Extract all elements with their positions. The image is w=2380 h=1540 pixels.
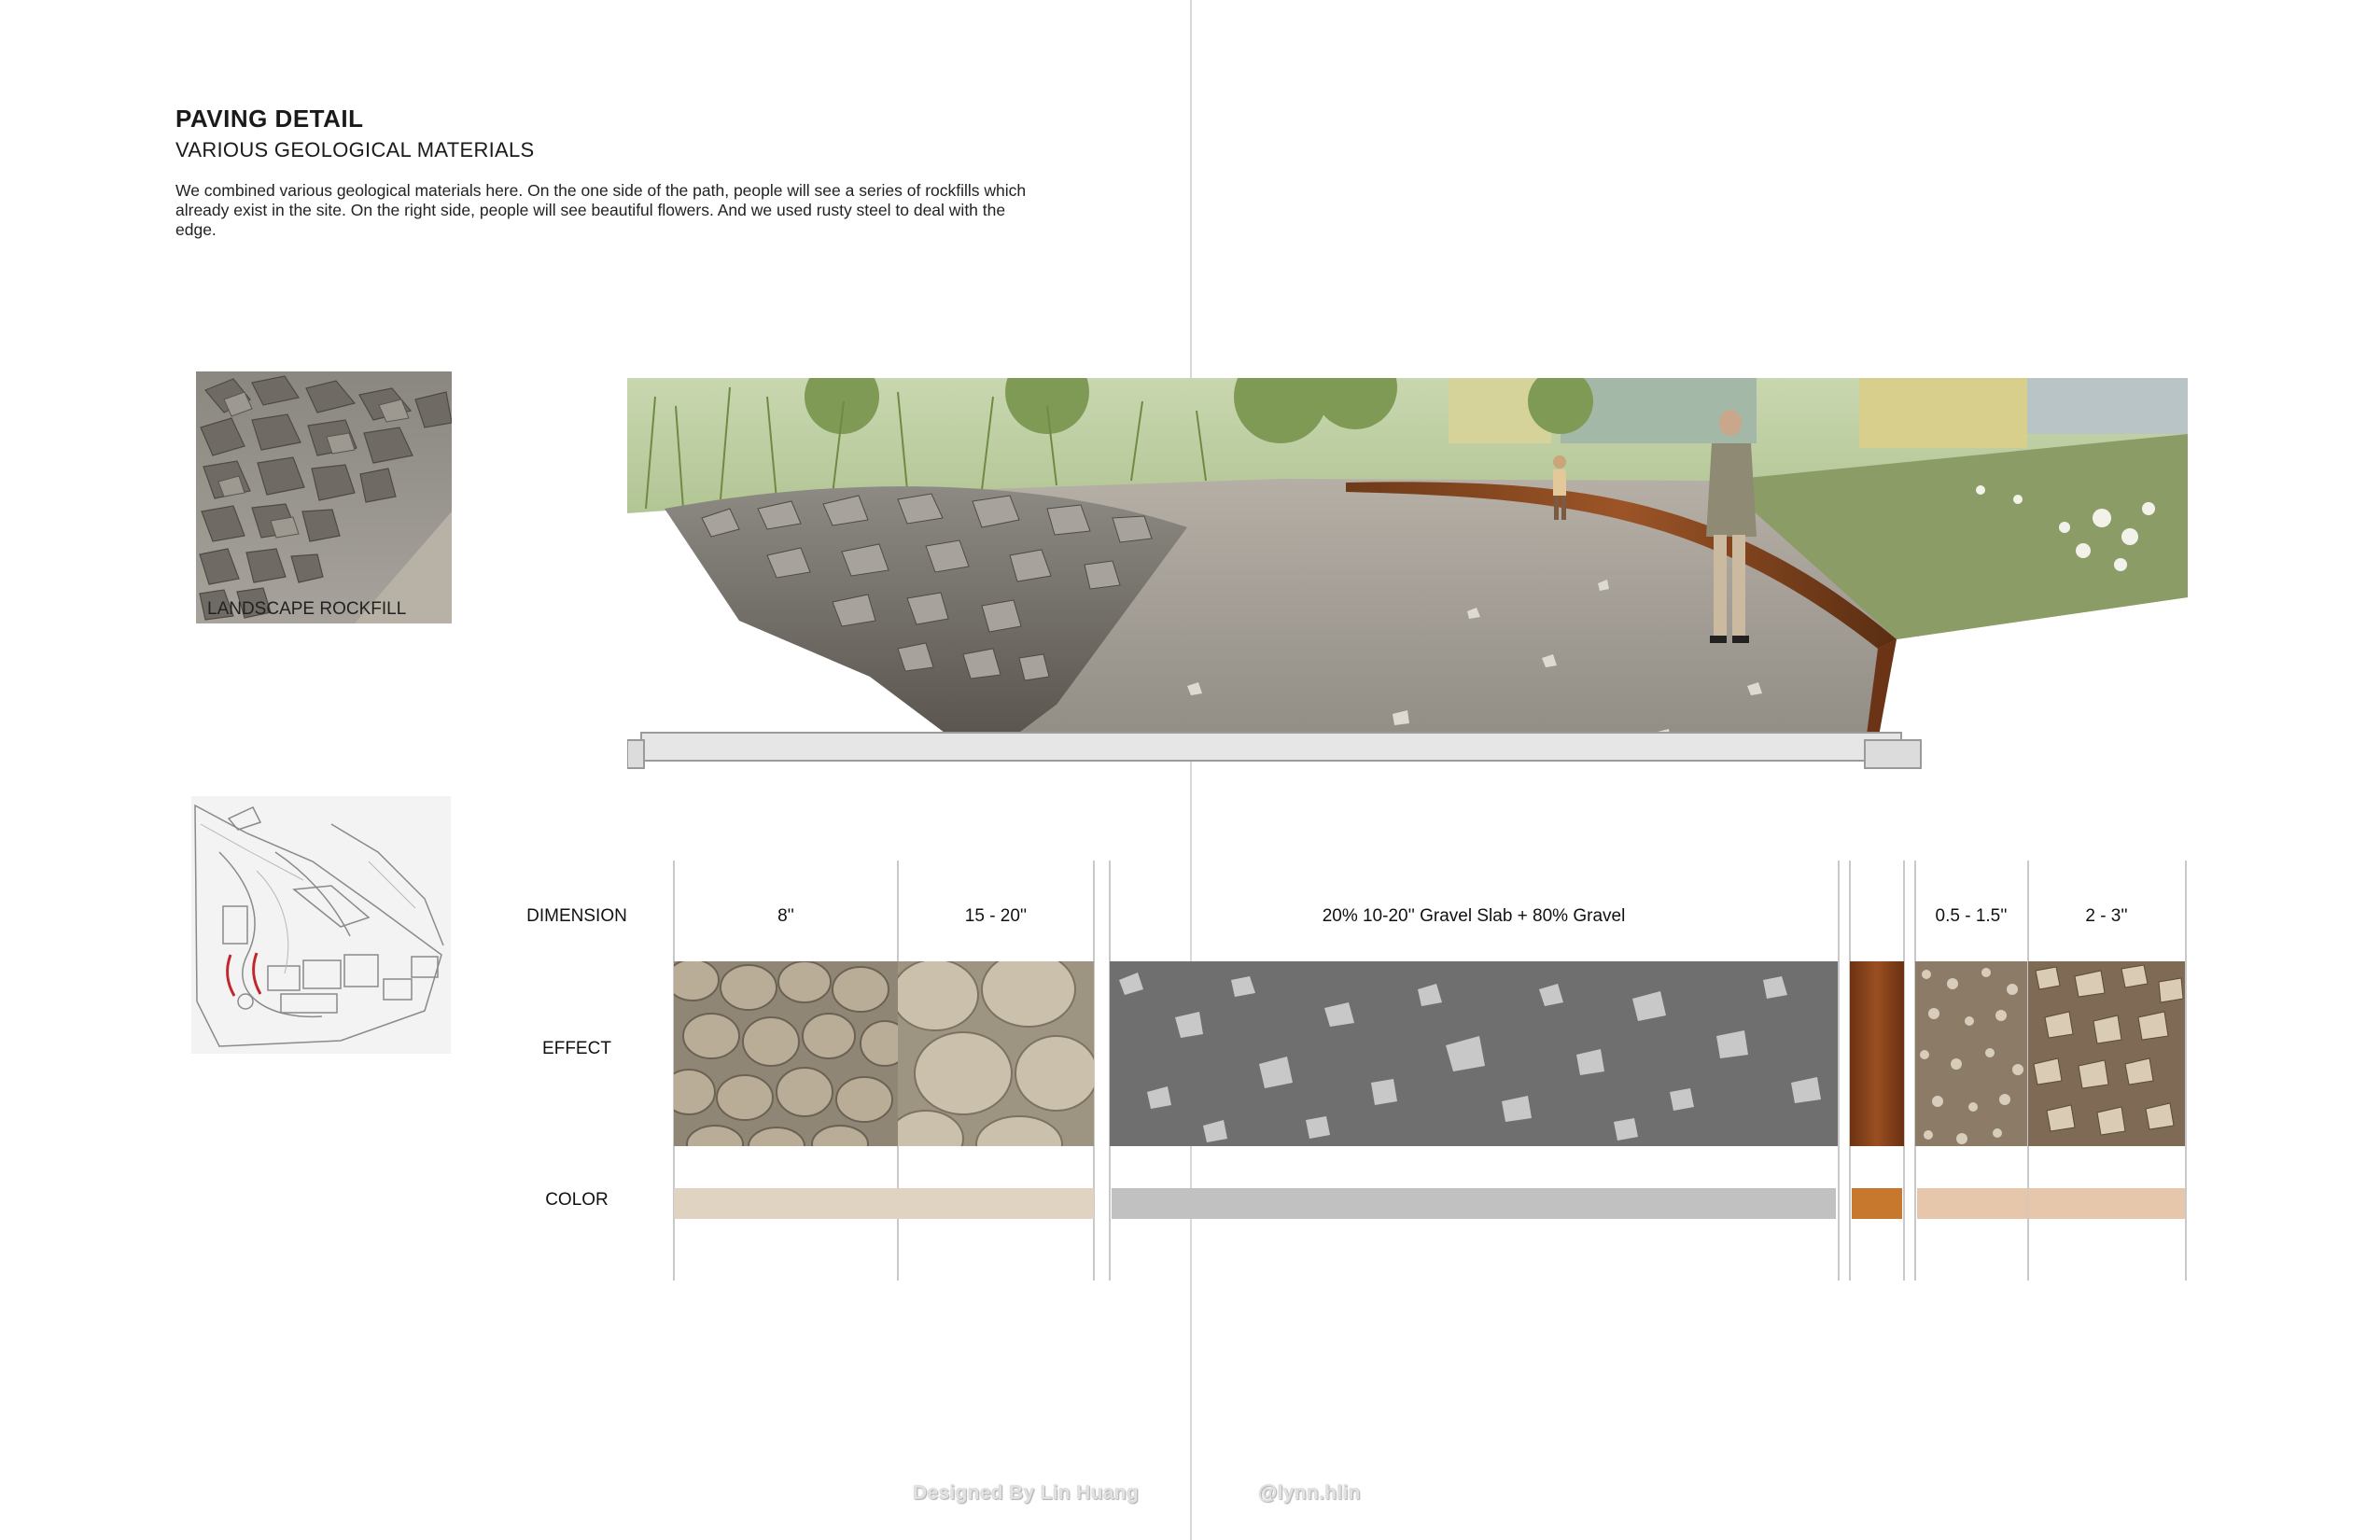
- row-label-effect: EFFECT: [542, 1039, 611, 1058]
- color-swatch: [1112, 1188, 1836, 1219]
- paving-perspective-render: [626, 345, 2188, 789]
- color-swatch: [1852, 1188, 1902, 1219]
- page-description: We combined various geological materials…: [175, 181, 1027, 239]
- row-label-dimension: DIMENSION: [526, 906, 627, 926]
- dimension-cell: 8'': [777, 906, 794, 926]
- rockfill-photo: LANDSCAPE ROCKFILL: [196, 371, 452, 623]
- rockfill-caption: LANDSCAPE ROCKFILL: [207, 599, 407, 619]
- rusty-steel-texture: [1850, 961, 1904, 1146]
- rockfill-illustration: [196, 371, 452, 623]
- effect-terrazzo-gravel-swatch: [1110, 961, 1838, 1146]
- fine-gravel-texture: [1915, 961, 2027, 1146]
- effect-rock-boulders-large-swatch: [898, 961, 1094, 1146]
- dimension-cell: 2 - 3'': [2085, 906, 2128, 926]
- effect-rusty-steel-swatch: [1850, 961, 1904, 1146]
- table-gridline: [2185, 861, 2187, 1281]
- terrazzo-gravel-texture: [1110, 961, 1838, 1146]
- social-handle: @lynn.hlin: [1258, 1482, 1361, 1504]
- color-swatch: [898, 1188, 1094, 1219]
- color-swatch: [2028, 1188, 2185, 1219]
- color-swatch: [1917, 1188, 2027, 1219]
- color-swatch: [674, 1188, 898, 1219]
- table-gridline: [1838, 861, 1840, 1281]
- coarse-gravel-texture: [2028, 961, 2185, 1146]
- rock-boulders-texture: [674, 961, 898, 1146]
- dimension-cell: 15 - 20'': [964, 906, 1028, 926]
- site-plan-drawing: [191, 796, 451, 1054]
- effect-coarse-gravel-swatch: [2028, 961, 2185, 1146]
- page-title: PAVING DETAIL: [175, 105, 364, 133]
- site-plan-map: [191, 796, 451, 1054]
- effect-fine-gravel-swatch: [1915, 961, 2027, 1146]
- effect-rock-boulders-swatch: [674, 961, 898, 1146]
- page-subtitle: VARIOUS GEOLOGICAL MATERIALS: [175, 138, 535, 161]
- perspective-illustration: [626, 345, 2188, 769]
- row-label-color: COLOR: [545, 1190, 609, 1210]
- rock-boulders-large-texture: [898, 961, 1094, 1146]
- dimension-cell: 20% 10-20'' Gravel Slab + 80% Gravel: [1322, 906, 1626, 926]
- dimension-cell: 0.5 - 1.5'': [1935, 906, 2008, 926]
- designer-credit: Designed By Lin Huang: [913, 1482, 1139, 1504]
